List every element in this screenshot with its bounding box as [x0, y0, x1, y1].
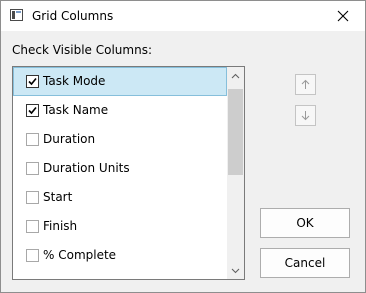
column-label: Duration Units [43, 161, 130, 175]
close-button[interactable] [320, 1, 365, 31]
checkmark-icon [28, 77, 37, 86]
arrow-up-icon [301, 79, 310, 89]
column-row[interactable]: Duration Units [13, 154, 227, 183]
columns-list-rows: Task Mode Task Name Duration Duration Units… [13, 67, 227, 270]
scroll-down-arrow-icon [231, 268, 240, 273]
dialog-title: Grid Columns [32, 9, 114, 23]
list-scrollbar[interactable] [227, 67, 244, 279]
move-up-button[interactable] [295, 74, 316, 95]
column-row[interactable]: % Complete [13, 241, 227, 270]
column-label: Finish [43, 219, 78, 233]
checkbox-unchecked[interactable] [26, 162, 39, 175]
close-icon [337, 10, 348, 22]
arrow-down-icon [301, 111, 310, 121]
checkbox-checked[interactable] [26, 104, 39, 117]
column-row[interactable]: Finish [13, 212, 227, 241]
list-caption: Check Visible Columns: [12, 43, 152, 57]
column-row[interactable]: Task Mode [13, 67, 227, 96]
column-row[interactable]: Task Name [13, 96, 227, 125]
grid-window-icon [10, 9, 23, 21]
title-bar: Grid Columns [1, 1, 365, 31]
column-label: Duration [43, 132, 96, 146]
ok-button[interactable]: OK [260, 208, 350, 238]
scroll-thumb[interactable] [228, 89, 243, 175]
checkbox-unchecked[interactable] [26, 191, 39, 204]
scroll-down-button[interactable] [227, 262, 244, 279]
column-label: Task Name [43, 103, 109, 117]
column-label: % Complete [43, 248, 117, 262]
cancel-button[interactable]: Cancel [260, 248, 350, 278]
column-label: Start [43, 190, 73, 204]
grid-columns-dialog: Grid Columns Check Visible Columns: Task… [0, 0, 366, 293]
scroll-up-arrow-icon [231, 73, 240, 78]
checkbox-unchecked[interactable] [26, 249, 39, 262]
checkmark-icon [28, 106, 37, 115]
checkbox-unchecked[interactable] [26, 133, 39, 146]
checkbox-checked[interactable] [26, 75, 39, 88]
scroll-up-button[interactable] [227, 67, 244, 84]
columns-list[interactable]: Task Mode Task Name Duration Duration Units… [12, 66, 245, 280]
column-row[interactable]: Duration [13, 125, 227, 154]
column-row[interactable]: Start [13, 183, 227, 212]
column-label: Task Mode [43, 74, 106, 88]
move-down-button[interactable] [295, 105, 316, 126]
checkbox-unchecked[interactable] [26, 220, 39, 233]
